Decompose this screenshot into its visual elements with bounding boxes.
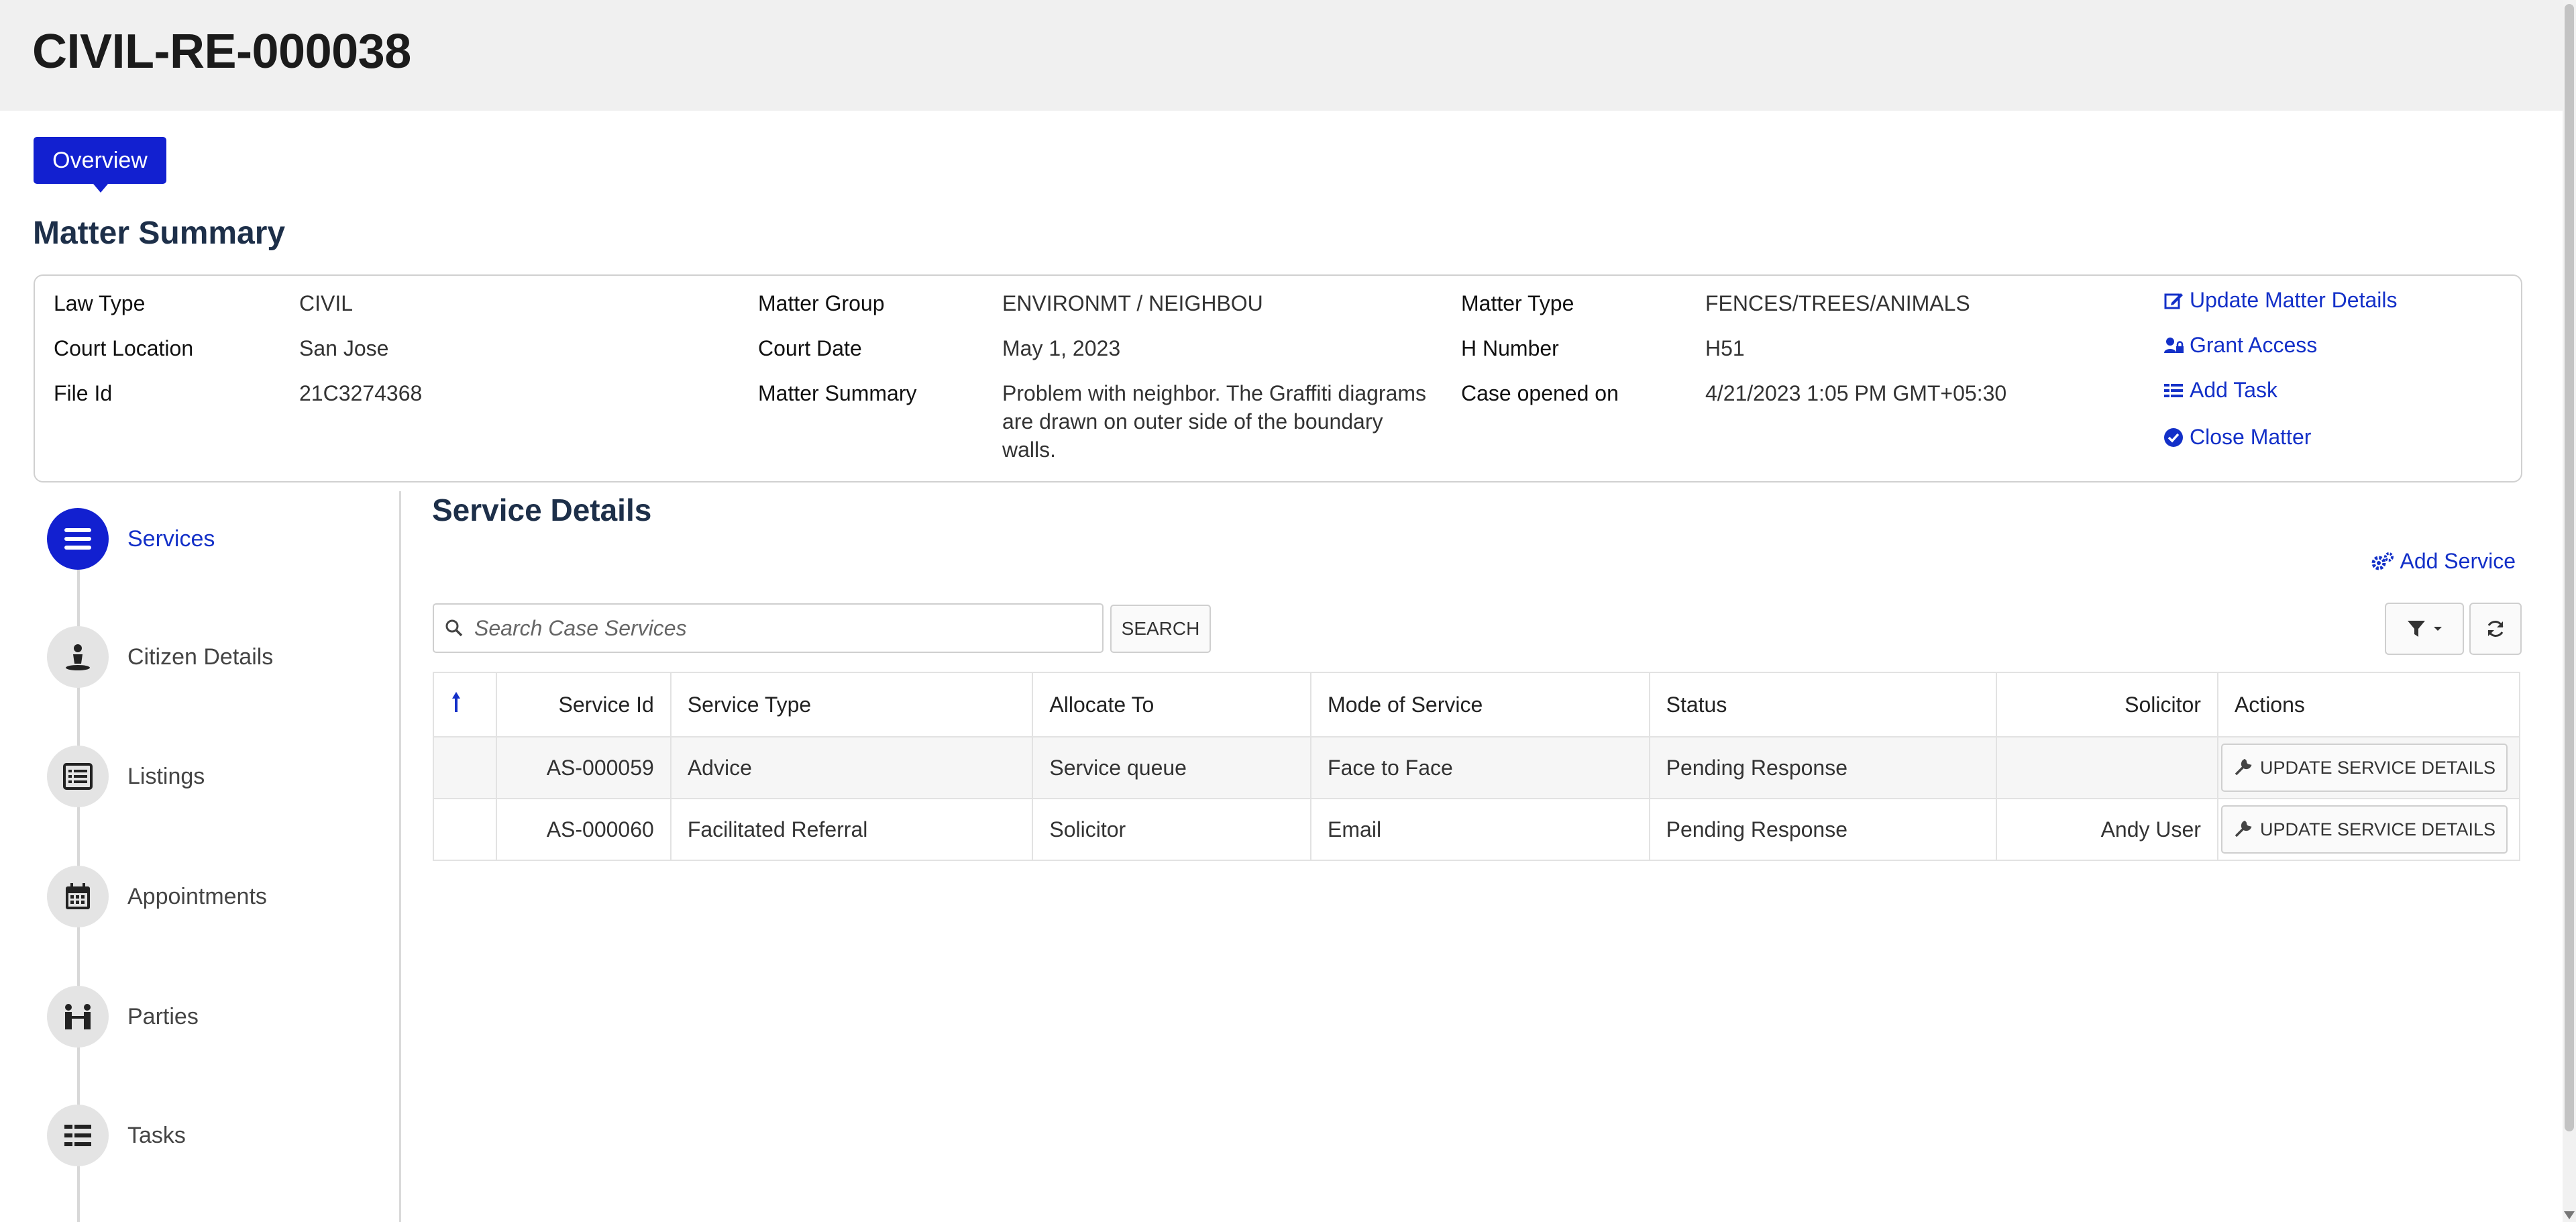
wrench-icon <box>2235 820 2252 837</box>
law-type-value: CIVIL <box>299 291 354 315</box>
filter-button[interactable] <box>2385 603 2464 655</box>
table-header-row: Service Id Service Type Allocate To Mode… <box>433 672 2521 737</box>
law-type-label: Law Type <box>54 291 146 315</box>
parties-icon <box>47 986 109 1048</box>
h-number-value: H51 <box>1705 336 1745 360</box>
caret-down-icon <box>2434 627 2442 631</box>
column-header-solicitor[interactable]: Solicitor <box>1996 672 2218 737</box>
case-opened-label: Case opened on <box>1461 381 1619 405</box>
h-number-label: H Number <box>1461 336 1559 360</box>
listing-icon <box>47 746 109 807</box>
row-spacer-cell <box>433 736 497 799</box>
service-details-title: Service Details <box>432 493 652 527</box>
person-icon <box>47 626 109 688</box>
add-task-link[interactable]: Add Task <box>2163 378 2277 403</box>
matter-summary-value: Problem with neighbor. The Graffiti diag… <box>1002 381 1427 462</box>
cell-service-type: Advice <box>669 736 1034 799</box>
matter-summary-title: Matter Summary <box>33 215 286 251</box>
file-id-value: 21C3274368 <box>299 381 423 405</box>
table-row: AS-000059 Advice Service queue Face to F… <box>433 736 2521 799</box>
cell-service-id: AS-000060 <box>495 798 672 861</box>
list-icon <box>47 508 109 570</box>
sort-column-header[interactable] <box>433 672 497 737</box>
nav-item-services[interactable]: Services <box>47 508 215 570</box>
column-header-mode-of-service[interactable]: Mode of Service <box>1310 672 1650 737</box>
nav-label-appointments: Appointments <box>127 883 267 909</box>
sort-up-icon <box>452 692 460 712</box>
scrollbar-thumb[interactable] <box>2565 4 2574 1131</box>
update-service-details-button[interactable]: UPDATE SERVICE DETAILS <box>2220 744 2508 792</box>
matter-group-value: ENVIRONMT / NEIGHBOU <box>1002 291 1263 315</box>
row-spacer-cell <box>433 798 497 861</box>
cell-solicitor: Andy User <box>1996 798 2218 861</box>
filter-icon <box>2408 621 2425 637</box>
column-header-allocate-to[interactable]: Allocate To <box>1032 672 1312 737</box>
calendar-icon <box>47 866 109 927</box>
page-title: CIVIL-RE-000038 <box>32 25 411 79</box>
refresh-icon <box>2487 621 2504 637</box>
wrench-icon <box>2235 758 2252 776</box>
close-matter-link[interactable]: Close Matter <box>2163 425 2311 450</box>
column-header-status[interactable]: Status <box>1648 672 1998 737</box>
table-row: AS-000060 Facilitated Referral Solicitor… <box>433 798 2521 861</box>
file-id-label: File Id <box>54 381 113 405</box>
add-service-link[interactable]: Add Service <box>2371 549 2516 574</box>
court-date-label: Court Date <box>758 336 862 360</box>
search-box[interactable] <box>433 603 1104 653</box>
tasks-list-icon <box>2164 383 2183 397</box>
tasks-icon <box>47 1105 109 1166</box>
cell-status: Pending Response <box>1648 736 1998 799</box>
search-input[interactable] <box>473 615 1079 642</box>
cell-allocate-to: Service queue <box>1032 736 1312 799</box>
refresh-button[interactable] <box>2469 603 2522 655</box>
case-opened-value: 4/21/2023 1:05 PM GMT+05:30 <box>1705 381 2007 405</box>
cell-actions: UPDATE SERVICE DETAILS <box>2216 736 2521 799</box>
cell-solicitor <box>1996 736 2218 799</box>
check-circle-icon <box>2164 427 2183 447</box>
column-header-actions: Actions <box>2216 672 2521 737</box>
search-button[interactable]: SEARCH <box>1110 605 1211 653</box>
grant-access-link[interactable]: Grant Access <box>2163 333 2317 358</box>
cell-mode-of-service: Face to Face <box>1310 736 1650 799</box>
nav-label-services: Services <box>127 525 215 552</box>
nav-label-listings: Listings <box>127 763 205 789</box>
edit-icon <box>2164 293 2183 309</box>
court-date-value: May 1, 2023 <box>1002 336 1121 360</box>
matter-summary-label: Matter Summary <box>758 381 917 405</box>
matter-group-label: Matter Group <box>758 291 885 315</box>
nav-item-tasks[interactable]: Tasks <box>47 1105 186 1166</box>
column-header-service-id[interactable]: Service Id <box>495 672 672 737</box>
cell-status: Pending Response <box>1648 798 1998 861</box>
matter-type-label: Matter Type <box>1461 291 1574 315</box>
cell-actions: UPDATE SERVICE DETAILS <box>2216 798 2521 861</box>
court-location-label: Court Location <box>54 336 194 360</box>
cell-service-id: AS-000059 <box>495 736 672 799</box>
nav-label-citizen-details: Citizen Details <box>127 644 274 670</box>
cell-allocate-to: Solicitor <box>1032 798 1312 861</box>
page-header: CIVIL-RE-000038 <box>0 0 2563 111</box>
nav-item-listings[interactable]: Listings <box>47 746 205 807</box>
services-table: Service Id Service Type Allocate To Mode… <box>433 672 2521 861</box>
nav-divider <box>399 491 401 1222</box>
user-lock-icon <box>2164 337 2184 353</box>
vertical-scrollbar[interactable] <box>2563 0 2576 1222</box>
nav-label-tasks: Tasks <box>127 1122 186 1148</box>
nav-label-parties: Parties <box>127 1003 199 1029</box>
court-location-value: San Jose <box>299 336 389 360</box>
search-icon <box>445 619 463 637</box>
cell-mode-of-service: Email <box>1310 798 1650 861</box>
nav-item-appointments[interactable]: Appointments <box>47 866 267 927</box>
update-service-details-button[interactable]: UPDATE SERVICE DETAILS <box>2220 805 2508 854</box>
column-header-service-type[interactable]: Service Type <box>669 672 1034 737</box>
matter-type-value: FENCES/TREES/ANIMALS <box>1705 291 1970 315</box>
nav-item-parties[interactable]: Parties <box>47 986 199 1048</box>
matter-summary-card: Law Type CIVIL Court Location San Jose F… <box>34 274 2522 482</box>
scroll-down-arrow-icon[interactable] <box>2564 1211 2575 1219</box>
update-matter-details-link[interactable]: Update Matter Details <box>2163 288 2397 313</box>
cell-service-type: Facilitated Referral <box>669 798 1034 861</box>
nav-item-citizen-details[interactable]: Citizen Details <box>47 626 273 688</box>
cogs-icon <box>2371 552 2394 570</box>
tab-overview[interactable]: Overview <box>34 137 166 193</box>
